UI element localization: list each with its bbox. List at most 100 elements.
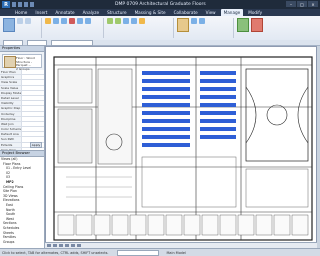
print-icon[interactable] (30, 2, 34, 7)
minimize-button[interactable]: – (286, 1, 296, 7)
paste-icon[interactable] (17, 18, 23, 24)
array-icon[interactable] (191, 18, 197, 24)
room (291, 214, 309, 236)
room (111, 214, 129, 236)
status-message: Click to select, TAB for alternates, CTR… (2, 250, 109, 255)
linework-icon[interactable] (123, 18, 129, 24)
tab-structure[interactable]: Structure (104, 9, 129, 16)
room (255, 214, 273, 236)
seat-row (200, 127, 236, 131)
browser-tree: Views (all) Floor Plans 01 - Entry Level… (0, 157, 44, 244)
visual-style-icon[interactable] (59, 244, 63, 247)
property-value[interactable] (21, 132, 44, 137)
group-tool-icon[interactable] (177, 18, 189, 32)
tab-home[interactable]: Home (12, 9, 30, 16)
maximize-button[interactable]: □ (297, 1, 307, 7)
room (93, 214, 111, 236)
type-selector[interactable]: Floor : Wood Structure - Parquet ... 2 G… (2, 54, 42, 71)
room (147, 214, 165, 236)
workset-dropdown[interactable] (116, 249, 159, 256)
options-dropdown-2[interactable] (27, 39, 47, 46)
room (57, 214, 75, 236)
tab-annotate[interactable]: Annotate (52, 9, 77, 16)
seat-row (200, 71, 236, 75)
seat-row (142, 111, 190, 115)
ribbon-group-view (104, 18, 174, 38)
tab-massing-site[interactable]: Massing & Site (132, 9, 169, 16)
property-value[interactable] (21, 101, 44, 106)
room (129, 214, 147, 236)
property-value[interactable] (21, 80, 44, 85)
detail-level-icon[interactable] (53, 244, 57, 247)
offset-icon[interactable] (53, 18, 59, 24)
room (75, 214, 93, 236)
redo-icon[interactable] (24, 2, 28, 7)
property-value[interactable] (21, 127, 44, 132)
property-value[interactable] (21, 90, 44, 95)
property-value[interactable] (21, 121, 44, 127)
seat-row (142, 95, 190, 99)
measure-icon[interactable] (131, 18, 137, 24)
ribbon (0, 16, 320, 41)
options-dropdown-3[interactable] (51, 39, 93, 46)
court-arc (245, 86, 257, 144)
revit-window: R DMP 0709 Architectural Graduate Floors… (0, 0, 320, 256)
property-value[interactable] (21, 75, 44, 80)
drawing-canvas[interactable] (45, 46, 317, 247)
tab-manage[interactable]: Manage (220, 9, 244, 16)
property-value[interactable] (21, 106, 44, 111)
property-value[interactable] (21, 95, 44, 101)
create-icon[interactable] (139, 18, 145, 24)
delete-icon[interactable] (69, 18, 75, 24)
property-key: Sun Path (1, 137, 15, 142)
align-icon[interactable] (45, 18, 51, 24)
property-value[interactable] (21, 116, 44, 121)
override-icon[interactable] (115, 18, 121, 24)
window-controls: – □ × (286, 1, 318, 7)
copy-icon[interactable] (25, 18, 31, 24)
seat-row (142, 127, 190, 131)
sun-path-icon[interactable] (65, 244, 69, 247)
tab-analyze[interactable]: Analyze (80, 9, 103, 16)
lobby (141, 156, 237, 208)
apply-button[interactable]: Apply (30, 142, 42, 148)
seat-row (142, 87, 190, 91)
property-value[interactable] (21, 137, 44, 142)
options-dropdown-1[interactable] (3, 39, 23, 46)
finish-icon[interactable] (237, 18, 249, 32)
type-text: Floor : Wood Structure - Parquet ... 2 G… (16, 56, 41, 71)
seat-row (142, 119, 190, 123)
tree-item[interactable]: Groups (0, 240, 44, 245)
tab-insert[interactable]: Insert (32, 9, 50, 16)
tab-collaborate[interactable]: Collaborate (171, 9, 201, 16)
scale-icon[interactable] (199, 18, 205, 24)
room (57, 108, 93, 164)
modify-tool-icon[interactable] (3, 18, 15, 32)
save-icon[interactable] (12, 2, 16, 7)
seat-row (142, 79, 190, 83)
hide-icon[interactable] (107, 18, 113, 24)
court-arc (297, 86, 309, 144)
move-icon[interactable] (77, 18, 83, 24)
cancel-icon[interactable] (251, 18, 263, 32)
close-button[interactable]: × (308, 1, 318, 7)
undo-icon[interactable] (18, 2, 22, 7)
rotate-icon[interactable] (85, 18, 91, 24)
seat-row (200, 103, 236, 107)
property-value[interactable] (21, 85, 44, 90)
scale-icon[interactable] (47, 244, 51, 247)
tab-view[interactable]: View (203, 9, 219, 16)
title-bar: R DMP 0709 Architectural Graduate Floors… (0, 0, 320, 9)
shadows-icon[interactable] (71, 244, 75, 247)
court-center-circle (266, 104, 288, 126)
property-value[interactable] (21, 111, 44, 116)
ribbon-group-tools (174, 18, 234, 38)
property-key: Discipline (1, 116, 16, 121)
tab-modify[interactable]: Modify (245, 9, 265, 16)
seat-row (200, 135, 236, 139)
property-key: Default Ana (1, 132, 19, 137)
crop-view-icon[interactable] (77, 244, 81, 247)
seat-row (200, 119, 236, 123)
mirror-icon[interactable] (61, 18, 67, 24)
app-menu-button[interactable]: R (2, 1, 10, 8)
